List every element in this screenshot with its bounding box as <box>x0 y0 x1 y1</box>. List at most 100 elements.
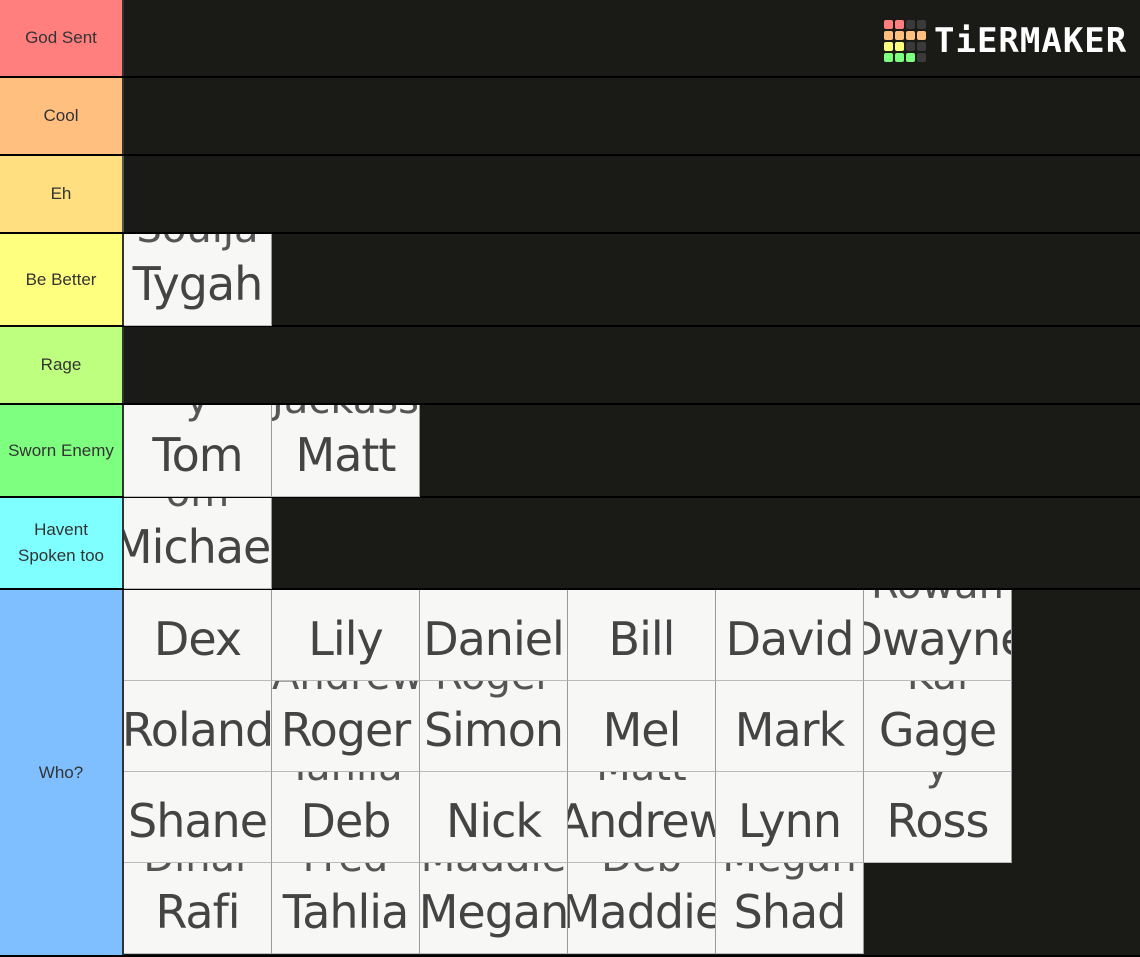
item-name: Nick <box>445 794 542 848</box>
item-name: Andrew <box>568 794 715 848</box>
tier-item-card[interactable]: Lily <box>272 590 420 681</box>
logo-grid-icon <box>884 20 926 62</box>
tier-list: God SentCoolEhBe BetterSoulja TygahRageSw… <box>0 0 1140 957</box>
item-name: Simon <box>423 703 564 757</box>
tier-items-dropzone[interactable]: Soulja Tygah <box>124 234 1140 326</box>
tier-label[interactable]: Sworn Enemy <box>0 405 124 496</box>
item-name: Rafi <box>155 885 240 939</box>
tier-item-card[interactable]: Dex <box>124 590 272 681</box>
tier-row: Rage <box>0 327 1140 405</box>
tier-label[interactable]: God Sent <box>0 0 124 76</box>
tier-item-card[interactable]: Matt Andrew <box>568 772 716 863</box>
item-ghost-text: Matt <box>568 772 715 790</box>
tier-item-card[interactable]: Maddie Megan <box>420 863 568 954</box>
item-name: Megan <box>420 885 568 939</box>
item-name: Dwayne <box>864 612 1011 666</box>
tier-item-card[interactable]: Dinar Rafi <box>124 863 272 954</box>
tier-item-card[interactable]: Tahlia Deb <box>272 772 420 863</box>
tier-items-dropzone[interactable]: om Michael <box>124 498 1140 589</box>
tier-item-card[interactable]: om Michael <box>124 498 272 589</box>
logo-grid-cell <box>884 53 893 62</box>
item-name: Tom <box>152 427 243 482</box>
tier-row: Sworn Enemyy Tom Jackass Matt <box>0 405 1140 498</box>
logo-grid-cell <box>884 20 893 29</box>
tier-item-card[interactable]: Roland <box>124 681 272 772</box>
tier-item-card[interactable]: Shane <box>124 772 272 863</box>
tier-item-card[interactable]: Daniel <box>420 590 568 681</box>
item-ghost-text: Rowan <box>864 590 1011 608</box>
tier-row: Be BetterSoulja Tygah <box>0 234 1140 327</box>
tier-item-card[interactable]: y Tom <box>124 405 272 497</box>
tier-items-dropzone[interactable]: y Tom Jackass Matt <box>124 405 1140 497</box>
item-name: Mel <box>602 703 682 757</box>
item-ghost-text: Maddie <box>420 863 567 881</box>
item-name: Mark <box>734 703 845 757</box>
logo-grid-cell <box>906 31 915 40</box>
tier-item-card[interactable]: David <box>716 590 864 681</box>
tier-item-card[interactable]: Mel <box>568 681 716 772</box>
tier-item-card[interactable]: Kai Gage <box>864 681 1012 772</box>
tier-row: Havent Spoken tooom Michael <box>0 498 1140 590</box>
tier-item-card[interactable]: Andrew Roger <box>272 681 420 772</box>
tier-item-card[interactable]: Roger Simon <box>420 681 568 772</box>
tier-row: Cool <box>0 78 1140 156</box>
item-name: Matt <box>295 427 397 482</box>
tier-item-card[interactable]: Mark <box>716 681 864 772</box>
item-ghost-text: om <box>124 498 271 516</box>
item-ghost-text: Dinar <box>124 863 271 881</box>
logo-grid-cell <box>895 42 904 51</box>
tier-row: Who? Dex Lily Daniel Bill David Rowan Dwayne Rol… <box>0 590 1140 957</box>
item-name: Roland <box>124 703 272 757</box>
item-ghost-text: Megan <box>716 863 863 881</box>
tier-item-card[interactable]: Megan Shad <box>716 863 864 954</box>
item-name: Tygah <box>132 256 264 311</box>
item-ghost-text: Jackass <box>272 405 419 423</box>
tier-item-card[interactable]: Deb Maddie <box>568 863 716 954</box>
item-name: Roger <box>280 703 411 757</box>
item-ghost-text: Soulja <box>124 234 271 252</box>
tier-item-card[interactable]: Lynn <box>716 772 864 863</box>
tier-items-dropzone[interactable] <box>124 156 1140 232</box>
item-ghost-text: Deb <box>568 863 715 881</box>
item-name: Deb <box>300 794 392 848</box>
tier-item-card[interactable]: Nick <box>420 772 568 863</box>
item-ghost-text: y <box>864 772 1011 790</box>
item-name: Daniel <box>423 612 565 666</box>
tier-label[interactable]: Eh <box>0 156 124 232</box>
tiermaker-logo: TiERMAKER <box>884 20 1127 62</box>
item-name: Tahlia <box>282 885 410 939</box>
tier-label[interactable]: Havent Spoken too <box>0 498 124 588</box>
tier-label[interactable]: Cool <box>0 78 124 154</box>
item-name: Shad <box>733 885 847 939</box>
logo-grid-cell <box>884 42 893 51</box>
tier-item-card[interactable]: Soulja Tygah <box>124 234 272 326</box>
tier-item-card[interactable]: Jackass Matt <box>272 405 420 497</box>
tier-label[interactable]: Be Better <box>0 234 124 325</box>
tier-label[interactable]: Who? <box>0 590 124 955</box>
item-ghost-text: Tahlia <box>272 772 419 790</box>
tier-items-dropzone[interactable]: DexLilyDanielBillDavidRowanDwayneRolandA… <box>124 590 1140 955</box>
tier-items-dropzone[interactable] <box>124 78 1140 154</box>
item-name: Maddie <box>568 885 716 939</box>
tier-item-card[interactable]: Fred Tahlia <box>272 863 420 954</box>
tier-items-dropzone[interactable] <box>124 327 1140 403</box>
tier-item-card[interactable]: Bill <box>568 590 716 681</box>
logo-grid-cell <box>895 53 904 62</box>
logo-grid-cell <box>917 20 926 29</box>
tier-row: Eh <box>0 156 1140 234</box>
item-name: Lynn <box>738 794 842 848</box>
logo-grid-cell <box>906 42 915 51</box>
logo-grid-cell <box>895 20 904 29</box>
tier-item-card[interactable]: Rowan Dwayne <box>864 590 1012 681</box>
item-ghost-text: Fred <box>272 863 419 881</box>
item-name: David <box>725 612 855 666</box>
item-name: Ross <box>886 794 990 848</box>
logo-grid-cell <box>884 31 893 40</box>
tier-label[interactable]: Rage <box>0 327 124 403</box>
item-name: Michael <box>124 520 271 574</box>
logo-grid-cell <box>917 53 926 62</box>
item-name: Gage <box>878 703 997 757</box>
tier-item-card[interactable]: y Ross <box>864 772 1012 863</box>
logo-grid-cell <box>917 31 926 40</box>
item-ghost-text: Andrew <box>272 681 419 699</box>
